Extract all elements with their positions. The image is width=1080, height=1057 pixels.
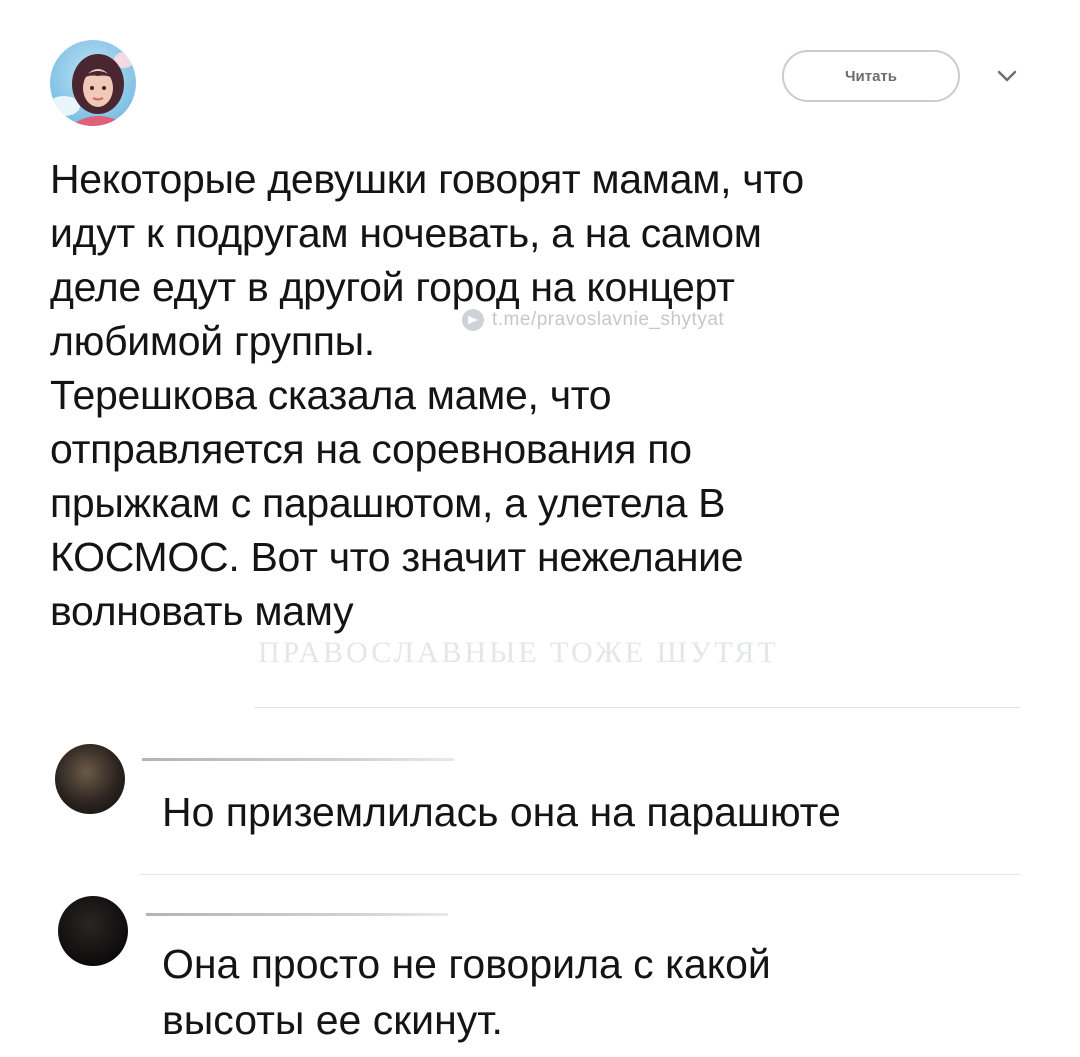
reply-author-name-blurred xyxy=(142,758,454,761)
tweet-text: Некоторые девушки говорят мамам, что иду… xyxy=(50,152,1010,638)
avatar-photo-icon xyxy=(50,40,136,126)
chevron-down-icon[interactable] xyxy=(996,68,1018,84)
tweet-line: Терешкова сказала маме, что xyxy=(50,372,612,418)
tweet-screenshot: Читать Некоторые девушки говорят мамам, … xyxy=(0,0,1080,1057)
tweet-line: отправляется на соревнования по xyxy=(50,426,692,472)
telegram-watermark-text: t.me/pravoslavnie_shytyat xyxy=(492,309,725,330)
reply-avatar[interactable] xyxy=(55,744,125,814)
tweet-line: волновать маму xyxy=(50,588,354,634)
divider xyxy=(254,707,1020,708)
tweet-line: прыжкам с парашютом, а улетела В xyxy=(50,480,726,526)
reply-text: Но приземлилась она на парашюте xyxy=(162,784,841,840)
telegram-watermark: t.me/pravoslavnie_shytyat xyxy=(462,309,724,331)
reply-line: Она просто не говорила с какой xyxy=(162,941,771,987)
author-avatar[interactable] xyxy=(50,40,136,126)
tweet-line: КОСМОС. Вот что значит нежелание xyxy=(50,534,744,580)
channel-watermark: ПРАВОСЛАВНЫЕ ТОЖЕ ШУТЯТ xyxy=(258,636,779,669)
reply-line: высоты ее скинут. xyxy=(162,997,503,1043)
reply-text: Она просто не говорила с какой высоты ее… xyxy=(162,936,771,1048)
tweet-line: Некоторые девушки говорят мамам, что xyxy=(50,156,804,202)
follow-button[interactable]: Читать xyxy=(782,50,960,102)
tweet-line: деле едут в другой город на концерт xyxy=(50,264,735,310)
telegram-icon xyxy=(462,309,484,331)
follow-button-label: Читать xyxy=(844,67,898,85)
reply-avatar[interactable] xyxy=(58,896,128,966)
reply-line: Но приземлилась она на парашюте xyxy=(162,789,841,835)
divider xyxy=(140,874,1020,875)
tweet-line: идут к подругам ночевать, а на самом xyxy=(50,210,762,256)
reply-author-name-blurred xyxy=(146,913,448,916)
